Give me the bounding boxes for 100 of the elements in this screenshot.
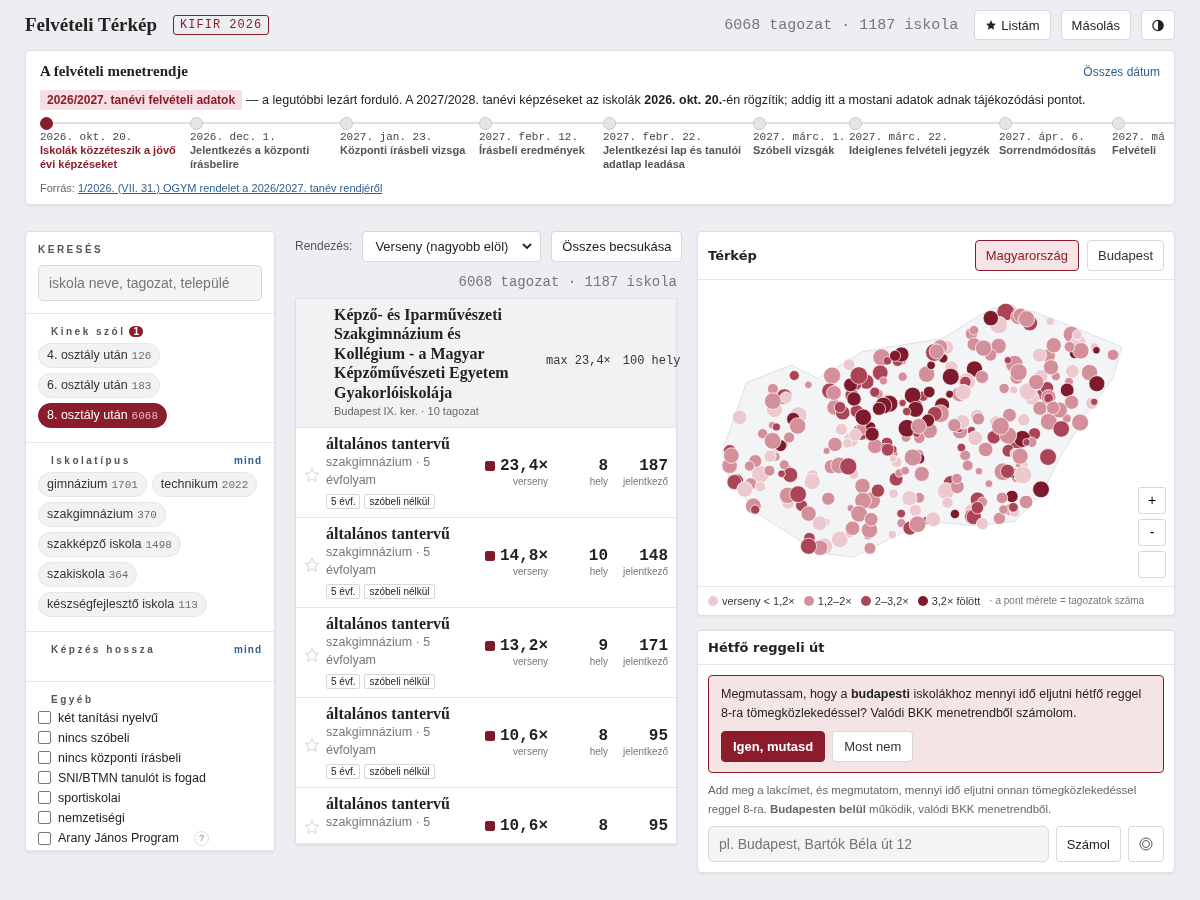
locate-icon bbox=[1139, 837, 1153, 852]
legend-label: 2–3,2× bbox=[874, 594, 909, 607]
places-value: 8 bbox=[598, 817, 608, 836]
program-name: általános tantervű bbox=[326, 705, 451, 724]
checkbox-label: nincs központi írásbeli bbox=[58, 750, 181, 765]
half-circle-icon bbox=[1152, 18, 1164, 32]
zoom-button[interactable]: - bbox=[1138, 518, 1166, 546]
stat-label: hely bbox=[589, 746, 608, 758]
stat-label: hely bbox=[589, 476, 608, 488]
legend-label: verseny < 1,2× bbox=[722, 594, 795, 607]
filter-chip[interactable]: szakképző iskola 1498 bbox=[38, 531, 181, 557]
app-title: Felvételi Térkép bbox=[25, 14, 158, 36]
dismiss-button[interactable]: Most nem bbox=[832, 731, 914, 763]
legend-label: 1,2–2× bbox=[817, 594, 852, 607]
filter-chip[interactable]: 6. osztály után 183 bbox=[38, 372, 161, 398]
stat-label: verseny bbox=[513, 476, 548, 488]
filter-group-title: Képzés hossza bbox=[50, 643, 156, 655]
filter-chip[interactable]: technikum 2022 bbox=[151, 471, 258, 497]
filter-chip[interactable]: szakgimnázium 370 bbox=[38, 501, 166, 527]
map-title: Térkép bbox=[708, 247, 757, 263]
legend-note: · a pont mérete = tagozatok száma bbox=[989, 595, 1145, 607]
program-type: szakgimnázium · 5 évfolyam bbox=[326, 634, 432, 669]
active-filter-badge: 1 bbox=[129, 325, 144, 337]
route-help-text: Add meg a lakcímet, és megmutatom, mennyi idő eljutni onnan tömegközlekedéssel reggel 8-ra. Budapesten belül működik, valódi BKK menetrendből. bbox=[707, 783, 1138, 817]
stat-label: jelentkező bbox=[622, 656, 668, 668]
zoom-button[interactable]: + bbox=[1138, 486, 1166, 514]
stat-label: jelentkező bbox=[622, 476, 668, 488]
stat-label: verseny bbox=[513, 746, 548, 758]
filter-group-title: Egyéb bbox=[50, 693, 94, 705]
all-dates-link[interactable]: Összes dátum bbox=[1083, 64, 1160, 79]
checkbox[interactable] bbox=[38, 711, 51, 725]
filter-chip[interactable]: gimnázium 1701 bbox=[38, 471, 147, 497]
filter-chip[interactable]: 4. osztály után 126 bbox=[38, 342, 161, 368]
filter-group-title: Iskolatípus bbox=[50, 454, 131, 466]
program-type: szakgimnázium · 5 évfolyam bbox=[326, 724, 432, 759]
map-region-tab[interactable]: Magyarország bbox=[974, 239, 1080, 271]
checkbox-label: nincs szóbeli bbox=[58, 730, 130, 745]
milestone-date: 2027. febr. 22. bbox=[603, 131, 704, 143]
copy-button[interactable]: Másolás bbox=[1060, 10, 1131, 40]
program-tag: 5 évf. bbox=[326, 584, 361, 600]
applicants-value: 187 bbox=[639, 457, 668, 476]
checkbox[interactable] bbox=[38, 771, 51, 785]
program-name: általános tantervű bbox=[326, 435, 451, 454]
star-icon[interactable] bbox=[304, 647, 320, 664]
applicants-value: 95 bbox=[648, 817, 668, 836]
timeline-dot[interactable] bbox=[40, 117, 53, 130]
filter-chip[interactable]: szakiskola 364 bbox=[38, 561, 138, 587]
program-type: szakgimnázium · 5 bbox=[326, 814, 432, 832]
checkbox[interactable] bbox=[38, 731, 51, 745]
source-label: Forrás: bbox=[40, 181, 75, 194]
search-field[interactable]: iskola neve, tagozat, települé bbox=[38, 264, 262, 301]
star-icon bbox=[985, 19, 998, 31]
school-meta: Budapest IX. ker. · 10 tagozat bbox=[334, 405, 480, 418]
star-icon[interactable] bbox=[304, 467, 320, 484]
program-tag: szóbeli nélkül bbox=[364, 674, 435, 690]
checkbox[interactable] bbox=[38, 751, 51, 765]
applicants-value: 95 bbox=[648, 727, 668, 746]
map-region-tab[interactable]: Budapest bbox=[1087, 239, 1164, 271]
program-tag: 5 évf. bbox=[326, 494, 361, 510]
stat-label: verseny bbox=[513, 656, 548, 668]
applicants-value: 171 bbox=[639, 637, 668, 656]
chevron-down-icon bbox=[522, 242, 533, 250]
places-value: 10 bbox=[588, 547, 608, 566]
school-name: Képző- és Iparművészeti Szakgimnázium és Kollégium - a Magyar Képzőművészeti Egyetem Gyakorlóiskolája bbox=[334, 304, 510, 403]
star-icon[interactable] bbox=[304, 557, 320, 574]
search-label: KERESÉS bbox=[38, 243, 105, 255]
my-list-button[interactable]: Listám bbox=[974, 10, 1051, 40]
places-value: 8 bbox=[598, 727, 608, 746]
result-count: 6068 tagozat · 1187 iskola bbox=[724, 16, 959, 34]
select-all-link[interactable]: mind bbox=[234, 454, 262, 466]
checkbox[interactable] bbox=[38, 791, 51, 805]
calculate-button[interactable]: Számol bbox=[1055, 826, 1121, 863]
milestone-label: Jelentkezési lap és tanulói adatlap leadása bbox=[603, 143, 743, 172]
filter-chip[interactable]: 8. osztály után 6068 bbox=[38, 402, 167, 428]
filter-chip[interactable]: készségfejlesztő iskola 113 bbox=[38, 591, 207, 617]
ratio-value: 23,4× bbox=[500, 457, 548, 476]
list-count: 6068 tagozat · 1187 iskola bbox=[458, 273, 677, 290]
address-field[interactable]: pl. Budapest, Bartók Béla út 12 bbox=[708, 826, 1049, 863]
star-icon[interactable] bbox=[304, 819, 320, 836]
checkbox-label: sportiskolai bbox=[58, 790, 121, 805]
milestone-label: Sorrendmódosítás bbox=[999, 143, 1098, 158]
checkbox[interactable] bbox=[38, 811, 51, 825]
source-link[interactable]: 1/2026. (VII. 31.) OGYM rendelet a 2026/2027. tanév rendjéről bbox=[77, 181, 383, 194]
checkbox[interactable] bbox=[38, 831, 51, 845]
schedule-title: A felvételi menetrendje bbox=[40, 63, 188, 80]
collapse-all-button[interactable]: Összes becsukása bbox=[551, 230, 683, 262]
year-badge: KIFIR 2026 bbox=[173, 15, 270, 35]
stat-label: verseny bbox=[513, 566, 548, 578]
stat-label: jelentkező bbox=[622, 566, 668, 578]
confirm-button[interactable]: Igen, mutasd bbox=[721, 731, 826, 763]
locate-button[interactable] bbox=[1128, 826, 1164, 863]
star-icon[interactable] bbox=[304, 737, 320, 754]
program-tag: szóbeli nélkül bbox=[364, 584, 435, 600]
theme-toggle-button[interactable] bbox=[1141, 10, 1175, 40]
sort-select[interactable]: Verseny (nagyobb elöl) bbox=[362, 230, 542, 262]
select-all-link[interactable]: mind bbox=[234, 643, 262, 655]
ratio-value: 10,6× bbox=[500, 727, 548, 746]
ratio-value: 13,2× bbox=[500, 637, 548, 656]
data-year-tag: 2026/2027. tanévi felvételi adatok bbox=[40, 90, 243, 110]
map-control-button[interactable] bbox=[1138, 550, 1166, 578]
